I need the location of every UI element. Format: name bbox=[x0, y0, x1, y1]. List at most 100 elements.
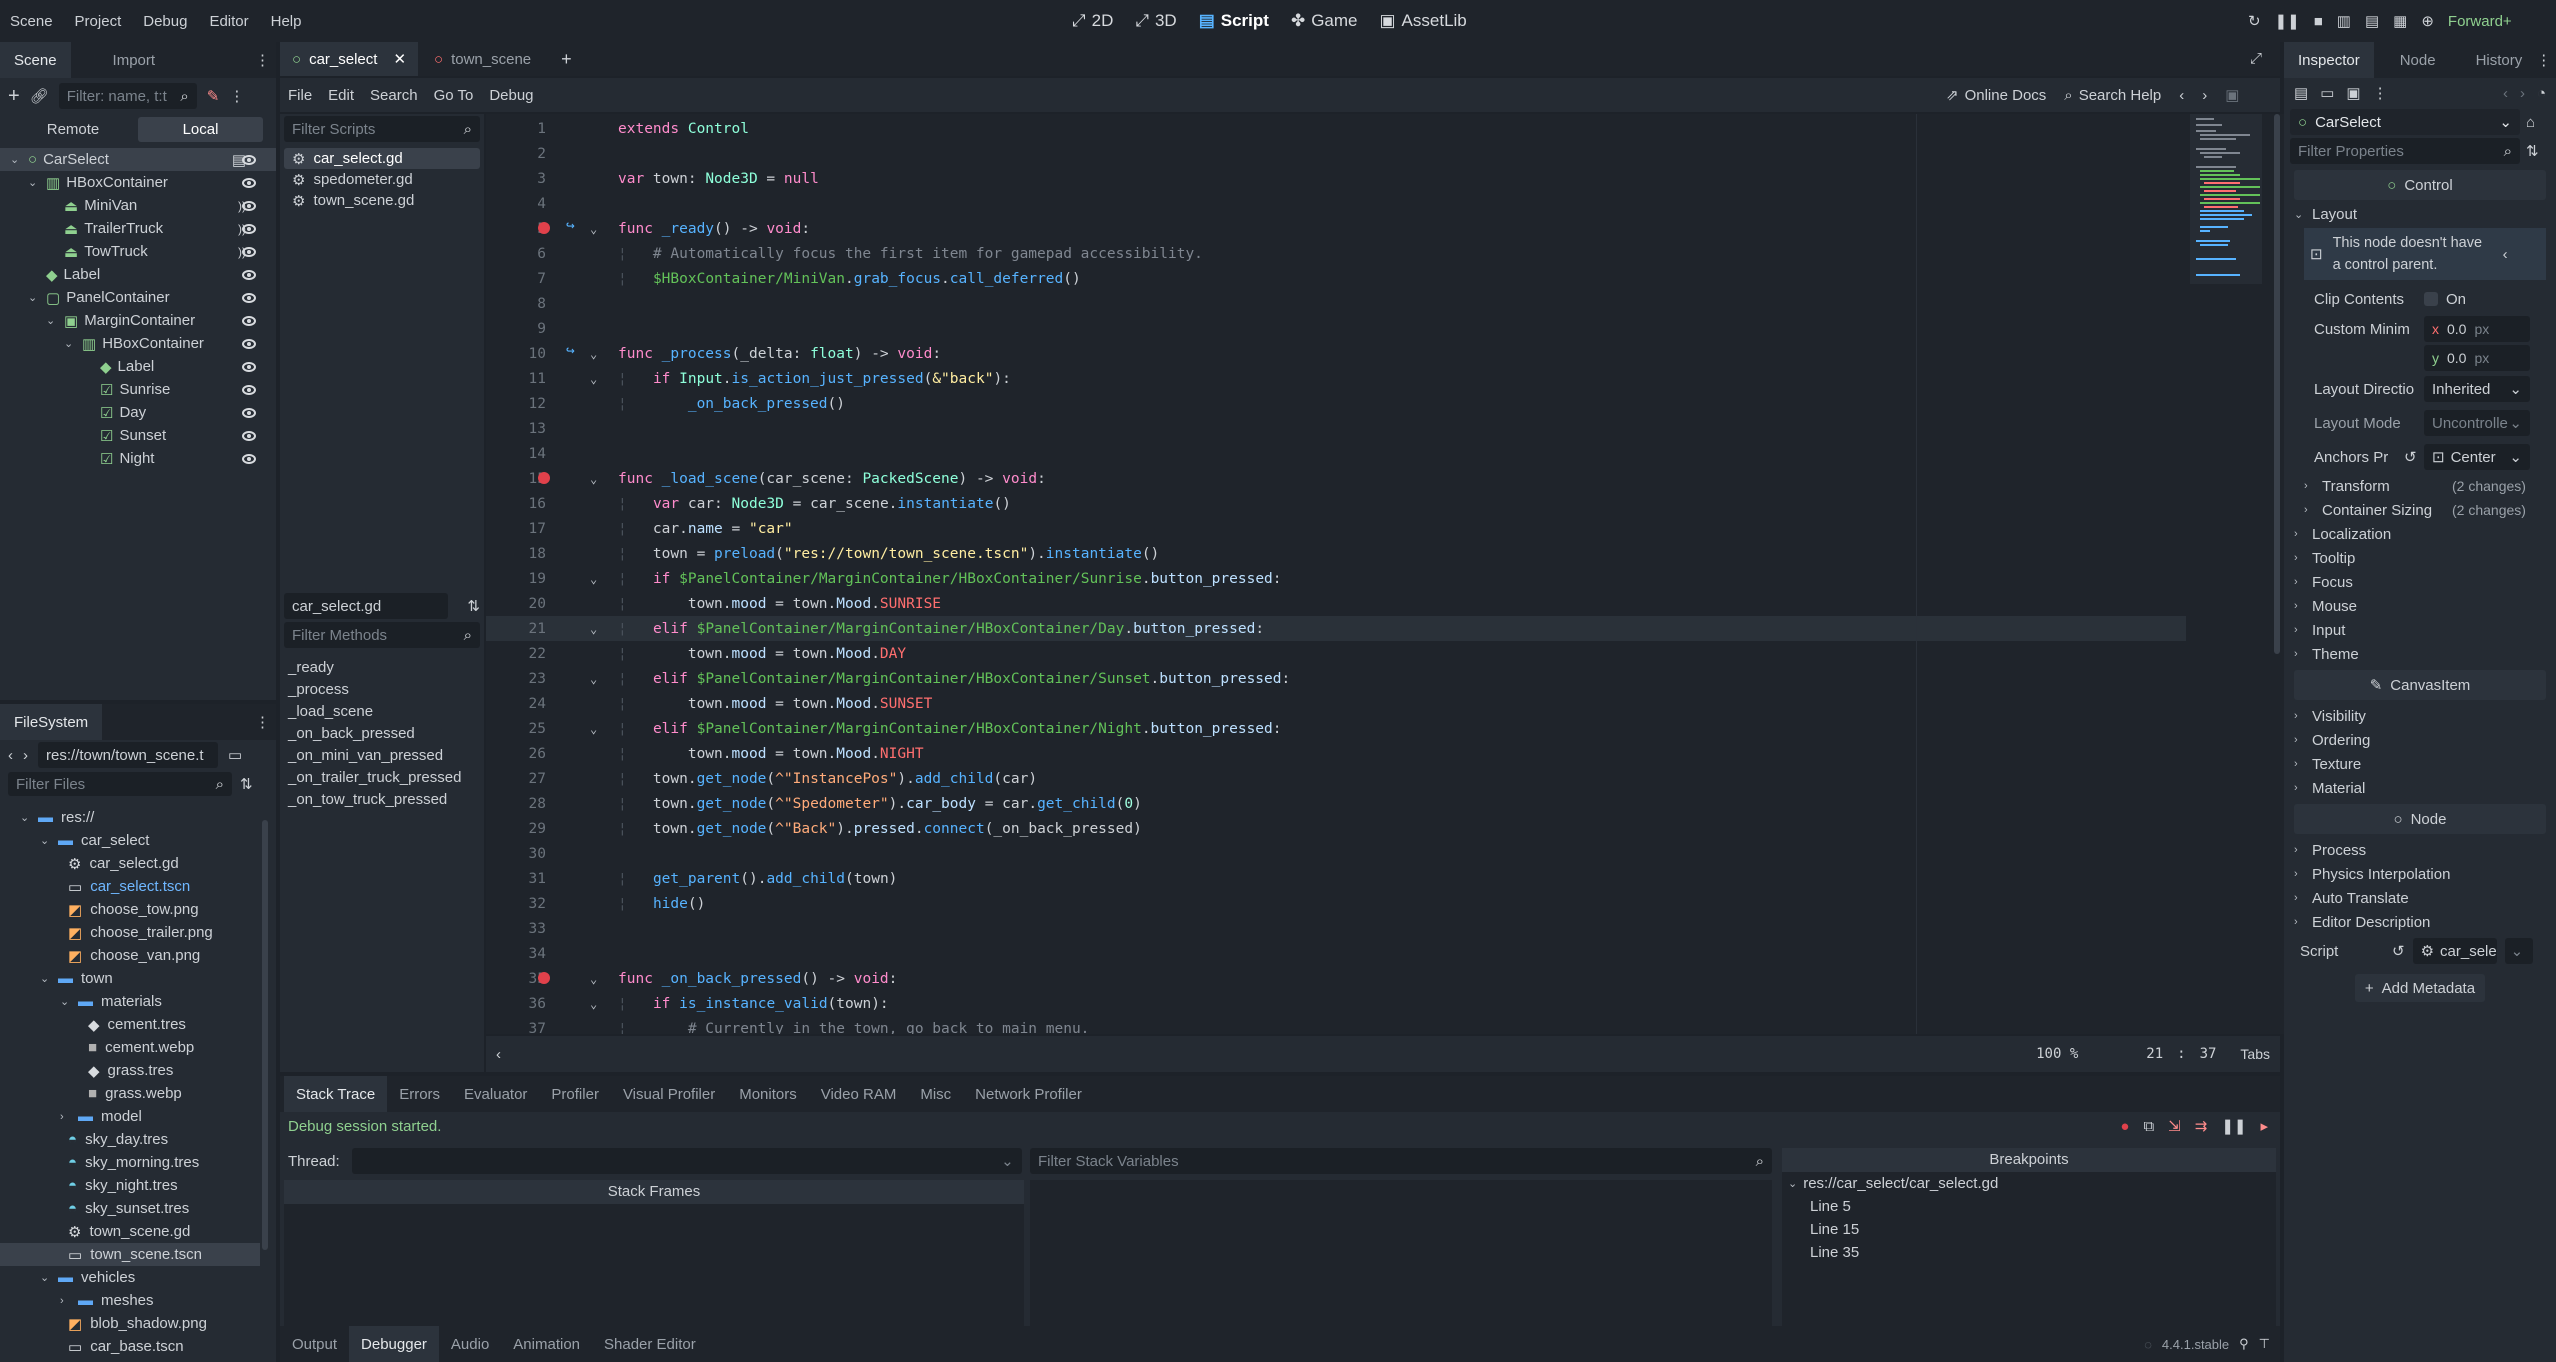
code-line[interactable]: 11 ⌄ ¦ if Input.is_action_just_pressed(&"b… bbox=[486, 366, 2186, 391]
chevron-down-icon[interactable]: ⌄ bbox=[28, 291, 40, 304]
bottom-tab-animation[interactable]: Animation bbox=[501, 1326, 592, 1362]
fold-chevron-icon[interactable]: ⌄ bbox=[590, 622, 618, 636]
code-line[interactable]: 31 ¦ get_parent().add_child(town) bbox=[486, 866, 2186, 891]
code-line[interactable]: 7 ¦ $HBoxContainer/MiniVan.grab_focus.cal… bbox=[486, 266, 2186, 291]
code-line[interactable]: 23 ⌄ ¦ elif $PanelContainer/MarginContaine… bbox=[486, 666, 2186, 691]
file-tree-item[interactable]: ◓ sky_morning.tres bbox=[0, 1151, 276, 1174]
file-tree-item[interactable]: ◓ sky_night.tres bbox=[0, 1174, 276, 1197]
file-tree-item[interactable]: ◩ choose_trailer.png bbox=[0, 921, 276, 944]
visibility-icon[interactable] bbox=[242, 453, 256, 464]
method-item[interactable]: _process bbox=[288, 678, 461, 700]
file-tree-item[interactable]: › ▬ model bbox=[0, 1105, 276, 1128]
chevron-down-icon[interactable]: ⌄ bbox=[40, 1271, 50, 1284]
file-tree-item[interactable]: ◆ grass.tres bbox=[0, 1059, 276, 1082]
scene-tree-item[interactable]: ☑ Day bbox=[0, 401, 276, 424]
code-scrollbar[interactable] bbox=[2274, 114, 2280, 654]
code-line[interactable]: 32 ¦ hide() bbox=[486, 891, 2186, 916]
code-line[interactable]: 24 ¦ town.mood = town.Mood.SUNSET bbox=[486, 691, 2186, 716]
remote-debug-icon[interactable]: ▥ bbox=[2337, 12, 2351, 30]
method-item[interactable]: _ready bbox=[288, 656, 461, 678]
gutter[interactable] bbox=[558, 241, 590, 266]
breakpoint-line[interactable]: Line 35 bbox=[1782, 1241, 2276, 1264]
code-line[interactable]: 27 ¦ town.get_node(^"InstancePos").add_ch… bbox=[486, 766, 2186, 791]
history-back-icon[interactable]: ‹ bbox=[2503, 85, 2508, 102]
debugger-tab[interactable]: Video RAM bbox=[809, 1076, 909, 1112]
visibility-icon[interactable] bbox=[242, 292, 256, 303]
file-tree-item[interactable]: ◩ choose_van.png bbox=[0, 944, 276, 967]
code-line[interactable]: 37 ¦ # Currently in the town, go back to … bbox=[486, 1016, 2186, 1035]
gutter[interactable]: ↪ bbox=[538, 216, 590, 241]
fold-chevron-icon[interactable]: ⌄ bbox=[590, 347, 618, 361]
scene-tree-item[interactable]: ☑ Sunrise bbox=[0, 378, 276, 401]
gutter[interactable] bbox=[558, 691, 590, 716]
gutter[interactable] bbox=[558, 191, 590, 216]
code-line[interactable]: 34 bbox=[486, 941, 2186, 966]
section-layout[interactable]: ⌄ Layout bbox=[2294, 202, 2546, 226]
extra-options-icon[interactable]: ⋮ bbox=[2373, 84, 2388, 102]
file-tree-item[interactable]: › ▬ meshes bbox=[0, 1289, 276, 1312]
code-line[interactable]: 15⌄func _load_scene(car_scene: PackedSce… bbox=[486, 466, 2186, 491]
breakpoint-icon[interactable] bbox=[538, 972, 550, 984]
gutter[interactable] bbox=[558, 1016, 590, 1034]
gutter[interactable] bbox=[558, 491, 590, 516]
chevron-down-icon[interactable]: ⌄ bbox=[2504, 938, 2533, 964]
scene-filter-input[interactable]: Filter: name, t:t ⌕ bbox=[58, 83, 197, 109]
workspace-3d[interactable]: ⤢ 3D bbox=[1135, 11, 1176, 31]
stop-icon[interactable]: ■ bbox=[2314, 13, 2323, 30]
chevron-down-icon[interactable]: ⌄ bbox=[60, 995, 70, 1008]
collapse-panel-icon[interactable]: ‹ bbox=[496, 1046, 501, 1063]
gutter[interactable] bbox=[558, 741, 590, 766]
breakpoint-line[interactable]: Line 15 bbox=[1782, 1218, 2276, 1241]
tab-town-scene[interactable]: ○ town_scene bbox=[418, 42, 547, 76]
visibility-icon[interactable] bbox=[242, 223, 256, 234]
script-menu-debug[interactable]: Debug bbox=[489, 87, 533, 104]
script-menu-goto[interactable]: Go To bbox=[434, 87, 474, 104]
menu-project[interactable]: Project bbox=[75, 13, 122, 30]
script-item[interactable]: ⚙ spedometer.gd bbox=[284, 169, 480, 190]
search-help-link[interactable]: ⌕ Search Help bbox=[2064, 87, 2161, 104]
tab-import[interactable]: Import bbox=[71, 42, 170, 78]
visibility-icon[interactable] bbox=[242, 177, 256, 188]
movie-icon[interactable]: ▤ bbox=[2365, 12, 2379, 30]
inspector-group[interactable]: › Process bbox=[2294, 838, 2546, 862]
inspector-group[interactable]: › Ordering bbox=[2294, 728, 2546, 752]
file-tree-item[interactable]: ⚙ town_scene.gd bbox=[0, 1220, 276, 1243]
window-icon[interactable]: ▣ bbox=[2225, 86, 2239, 104]
code-line[interactable]: 14 bbox=[486, 441, 2186, 466]
fold-chevron-icon[interactable]: ⌄ bbox=[590, 972, 618, 986]
inspector-group[interactable]: › Theme bbox=[2294, 642, 2546, 666]
group-transform[interactable]: › Transform (2 changes) bbox=[2294, 474, 2546, 498]
gutter[interactable] bbox=[558, 991, 590, 1016]
file-tree-item[interactable]: ◓ sky_sunset.tres bbox=[0, 1197, 276, 1220]
script-menu-edit[interactable]: Edit bbox=[328, 87, 354, 104]
fold-chevron-icon[interactable]: ⌄ bbox=[590, 672, 618, 686]
method-item[interactable]: _load_scene bbox=[288, 700, 461, 722]
file-tree-item[interactable]: ◆ cement.tres bbox=[0, 1013, 276, 1036]
visibility-icon[interactable] bbox=[242, 407, 256, 418]
gutter[interactable] bbox=[538, 466, 590, 491]
workspace-2d[interactable]: ⤢ 2D bbox=[1072, 11, 1113, 31]
script-menu-search[interactable]: Search bbox=[370, 87, 418, 104]
file-tree-item[interactable]: ⌄ ▬ car_select bbox=[0, 829, 276, 852]
bottom-tab-shader-editor[interactable]: Shader Editor bbox=[592, 1326, 708, 1362]
file-tree-item[interactable]: ◩ blob_shadow.png bbox=[0, 1312, 276, 1335]
file-tree-item[interactable]: ▭ car_select.tscn bbox=[0, 875, 276, 898]
menu-help[interactable]: Help bbox=[271, 13, 302, 30]
file-tree-item[interactable]: ⌄ ▬ res:// bbox=[0, 806, 276, 829]
layout-mode-select[interactable]: Uncontrolle ⌄ bbox=[2424, 410, 2530, 436]
scene-tree-item[interactable]: ⌄ ▥ HBoxContainer bbox=[0, 332, 276, 355]
inspector-group[interactable]: › Physics Interpolation bbox=[2294, 862, 2546, 886]
visibility-icon[interactable] bbox=[242, 430, 256, 441]
debugger-tab[interactable]: Errors bbox=[387, 1076, 452, 1112]
step-over-icon[interactable]: ⇉ bbox=[2195, 1117, 2208, 1135]
gutter[interactable] bbox=[558, 566, 590, 591]
stack-variables-filter[interactable]: Filter Stack Variables ⌕ bbox=[1030, 1148, 1772, 1174]
code-line[interactable]: 4 bbox=[486, 191, 2186, 216]
gutter[interactable]: ↪ bbox=[558, 341, 590, 366]
file-tree-item[interactable]: ⚙ car_select.gd bbox=[0, 852, 276, 875]
gutter[interactable] bbox=[538, 966, 590, 991]
menu-editor[interactable]: Editor bbox=[209, 13, 248, 30]
sort-icon[interactable]: ⇅ bbox=[467, 597, 480, 615]
breakpoint-icon[interactable] bbox=[538, 222, 550, 234]
file-tree-item[interactable]: ⌄ ▬ town bbox=[0, 967, 276, 990]
